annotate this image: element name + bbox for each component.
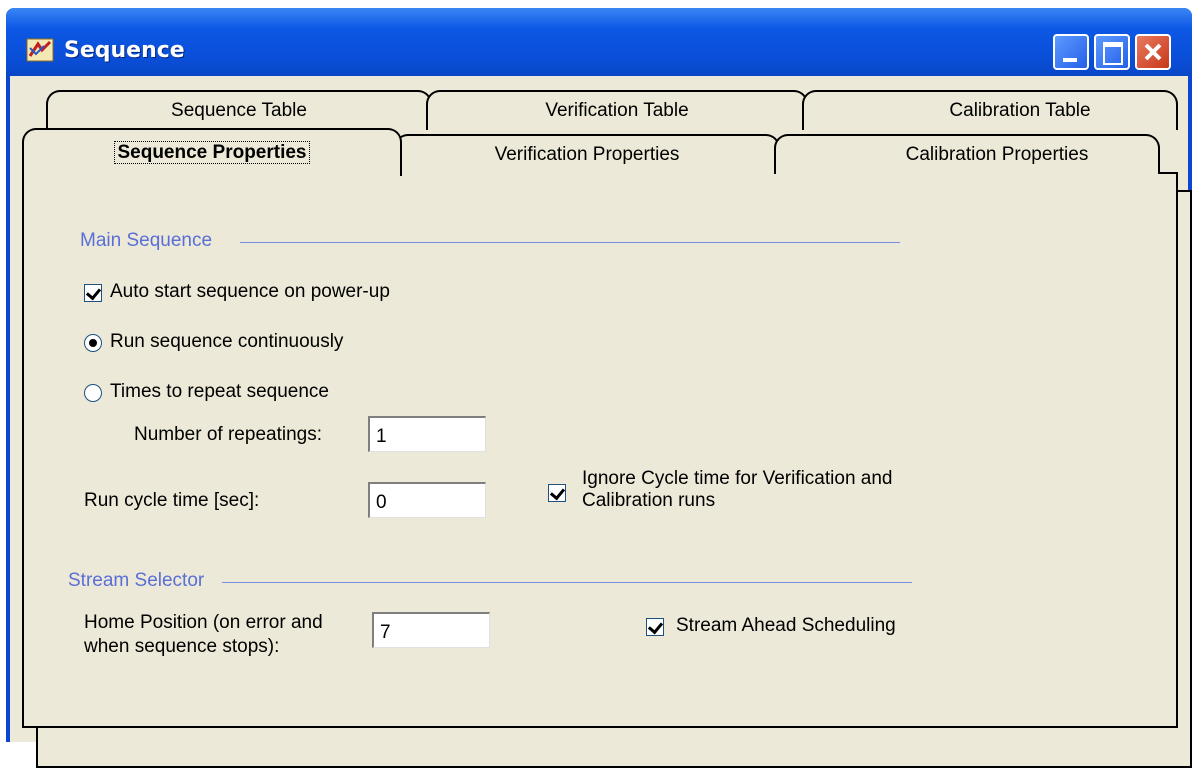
front-tab-row: Verification Properties Calibration Prop… — [22, 128, 1182, 176]
window-title: Sequence — [64, 38, 185, 63]
tab-label: Verification Table — [545, 100, 689, 121]
times-to-repeat-radio[interactable] — [84, 384, 102, 402]
title-bar[interactable]: Sequence — [6, 8, 1192, 76]
back-tab-row: Sequence Table Verification Table Calibr… — [46, 90, 1186, 130]
stream-ahead-checkbox[interactable] — [646, 618, 664, 636]
repeatings-label: Number of repeatings: — [134, 424, 322, 445]
main-sequence-group-label: Main Sequence — [80, 230, 213, 251]
sequence-app-icon — [26, 38, 54, 62]
tab-label: Calibration Table — [949, 100, 1091, 121]
stream-ahead-label: Stream Ahead Scheduling — [676, 615, 896, 636]
tab-label: Verification Properties — [494, 144, 680, 165]
cycle-time-input[interactable]: 0 — [368, 482, 486, 518]
tab-calibration-properties[interactable]: Calibration Properties — [774, 134, 1160, 174]
ignore-cycle-label-line2: Calibration runs — [582, 490, 716, 511]
group-divider — [240, 242, 900, 243]
close-button[interactable] — [1135, 34, 1171, 70]
minimize-icon — [1063, 58, 1077, 62]
dialog-client-area: Sequence Table Verification Table Calibr… — [10, 76, 1192, 768]
group-divider — [222, 582, 912, 583]
home-position-label-line1: Home Position (on error and — [84, 612, 323, 633]
times-to-repeat-label: Times to repeat sequence — [110, 381, 329, 402]
tab-label: Sequence Table — [171, 100, 307, 121]
auto-start-label: Auto start sequence on power-up — [110, 281, 390, 302]
tab-label: Calibration Properties — [905, 144, 1089, 165]
minimize-button[interactable] — [1053, 34, 1089, 70]
auto-start-checkbox[interactable] — [84, 284, 102, 302]
repeatings-input[interactable]: 1 — [368, 416, 486, 452]
ignore-cycle-checkbox[interactable] — [548, 484, 566, 502]
sequence-properties-panel: Main Sequence Auto start sequence on pow… — [22, 172, 1178, 728]
home-position-label-line2: when sequence stops): — [84, 636, 280, 657]
sequence-window: Sequence Sequence Table Verification Tab… — [6, 8, 1192, 768]
home-position-input[interactable]: 7 — [372, 612, 490, 648]
tab-label: Sequence Properties — [114, 141, 310, 164]
tab-verification-table[interactable]: Verification Table — [426, 90, 808, 130]
run-continuously-label: Run sequence continuously — [110, 331, 344, 352]
close-icon — [1144, 43, 1162, 61]
ignore-cycle-label-line1: Ignore Cycle time for Verification and — [582, 468, 893, 489]
tab-label-wrap: Sequence Properties — [24, 141, 400, 164]
tab-sequence-properties[interactable]: Sequence Properties — [22, 128, 402, 176]
maximize-button[interactable] — [1094, 34, 1130, 70]
run-continuously-radio[interactable] — [84, 334, 102, 352]
tab-verification-properties[interactable]: Verification Properties — [394, 134, 780, 174]
tab-sequence-table[interactable]: Sequence Table — [46, 90, 432, 130]
stream-selector-group-label: Stream Selector — [68, 570, 205, 591]
tab-calibration-table[interactable]: Calibration Table — [802, 90, 1178, 130]
maximize-icon — [1103, 42, 1123, 65]
cycle-time-label: Run cycle time [sec]: — [84, 490, 260, 511]
